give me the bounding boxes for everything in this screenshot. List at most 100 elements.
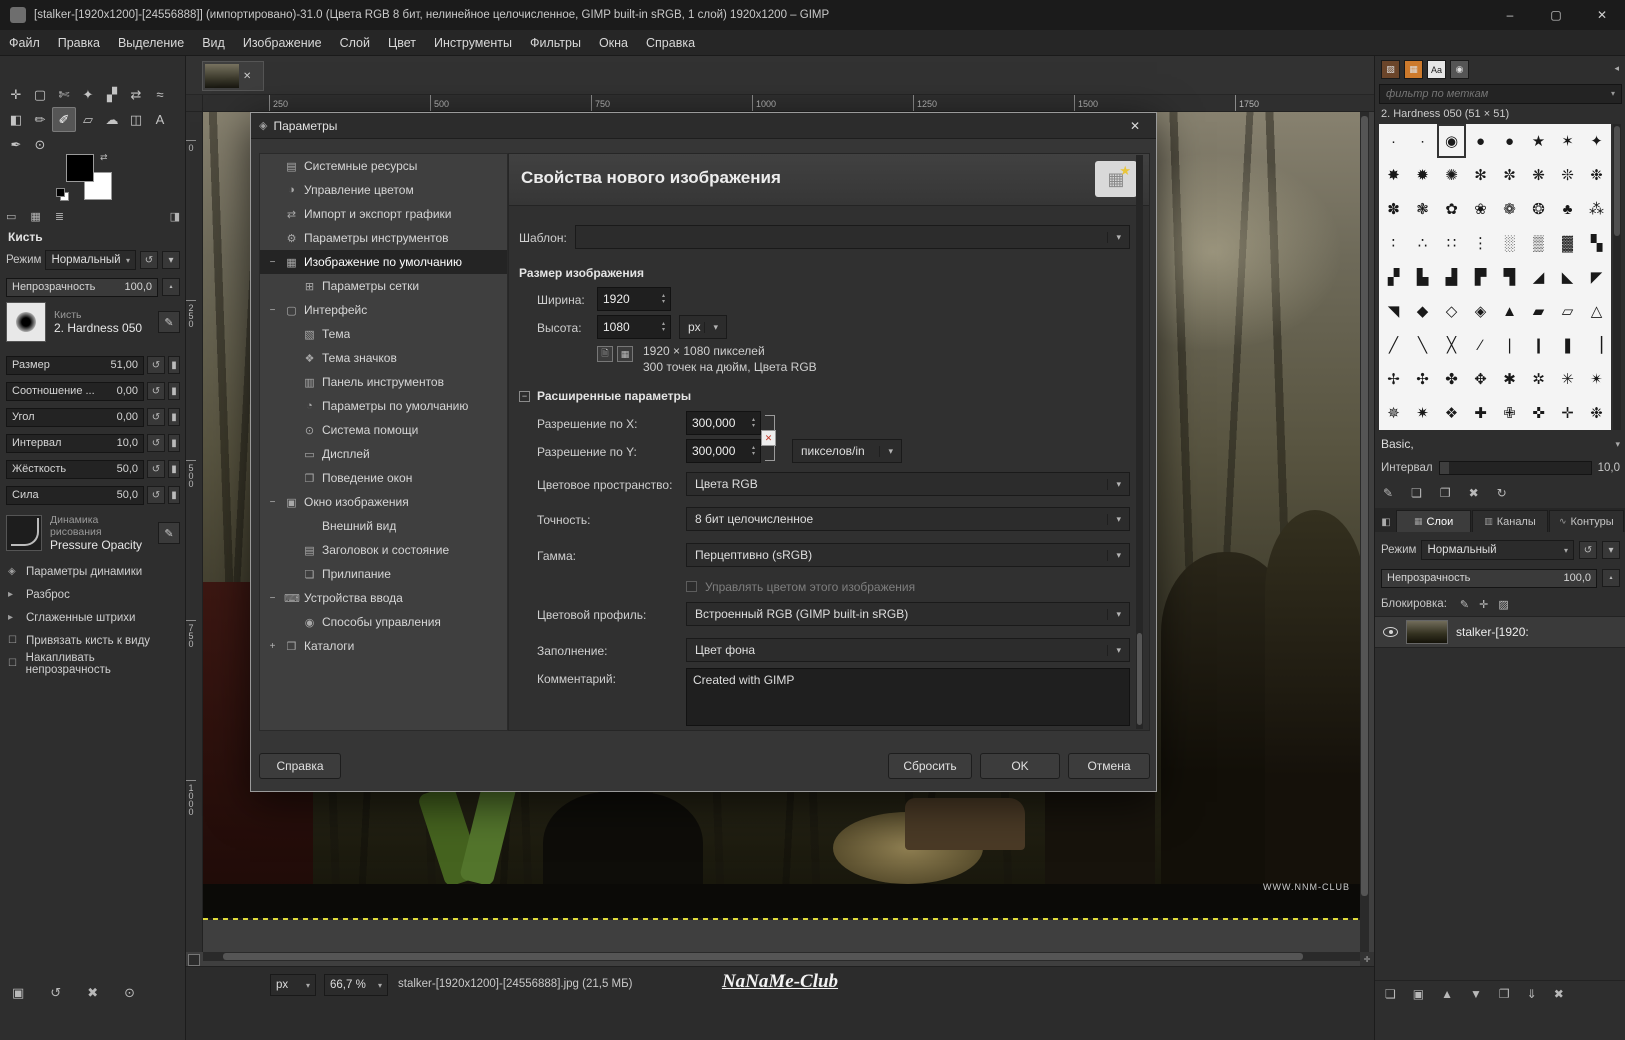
manage-color-checkbox[interactable] — [686, 581, 697, 592]
brush-swatch[interactable]: ▜ — [1495, 260, 1524, 294]
unit-select[interactable]: px ▾ — [679, 315, 727, 339]
brush-swatch[interactable]: ▓ — [1553, 226, 1582, 260]
tree-expander-icon[interactable]: − — [266, 305, 279, 316]
brush-slider[interactable]: Жёсткость 50,0 — [6, 460, 144, 479]
patterns-tab-icon[interactable]: ▦ — [1404, 60, 1423, 79]
new-group-icon[interactable]: ▣ — [1413, 987, 1424, 1001]
brush-swatch[interactable]: ❉ — [1582, 396, 1611, 430]
navigation-icon[interactable]: ✛ — [1360, 952, 1374, 966]
reset-button[interactable]: Сбросить — [888, 753, 972, 779]
menu-item[interactable]: Выделение — [109, 30, 193, 56]
preset-row[interactable]: Basic, ▾ — [1375, 434, 1625, 454]
brush-swatch[interactable]: ★ — [1524, 124, 1553, 158]
prefs-tree-item[interactable]: ❐ Поведение окон — [260, 466, 507, 490]
warp-tool[interactable]: ≈ — [148, 82, 172, 107]
brush-swatch[interactable]: ▙ — [1408, 260, 1437, 294]
brush-swatch[interactable]: ❘ — [1495, 328, 1524, 362]
brushes-tab-icon[interactable]: ▨ — [1381, 60, 1400, 79]
menu-item[interactable]: Слой — [331, 30, 379, 56]
tag-filter-input[interactable] — [1379, 84, 1622, 104]
image-tab[interactable]: ✕ — [202, 61, 264, 91]
slider-reset-icon[interactable]: ↺ — [147, 408, 165, 426]
dock-tab[interactable]: ▥ Каналы — [1472, 510, 1547, 532]
prefs-tree-item[interactable]: − ⌨ Устройства ввода — [260, 586, 507, 610]
brush-swatch[interactable]: ◣ — [1553, 260, 1582, 294]
brush-swatch[interactable]: ╱ — [1379, 328, 1408, 362]
pencil-tool[interactable]: ✏ — [28, 107, 52, 132]
prefs-tree-item[interactable]: ⇄ Импорт и экспорт графики — [260, 202, 507, 226]
brush-swatch[interactable]: ✵ — [1379, 396, 1408, 430]
menu-item[interactable]: Окна — [590, 30, 637, 56]
resolution-unit-select[interactable]: пикселов/in ▾ — [792, 439, 902, 463]
brush-swatch[interactable]: ▟ — [1437, 260, 1466, 294]
brush-thumbnail[interactable] — [6, 302, 46, 342]
brush-slider[interactable]: Интервал 10,0 — [6, 434, 144, 453]
brush-swatch[interactable]: ◉ — [1437, 124, 1466, 158]
content-scrollbar[interactable] — [1136, 155, 1143, 729]
vertical-scrollbar[interactable] — [1360, 112, 1369, 952]
spacing-slider[interactable] — [1439, 461, 1592, 475]
layer-mode-select[interactable]: Нормальный ▾ — [1421, 540, 1574, 560]
visibility-eye-icon[interactable] — [1383, 627, 1398, 637]
delete-layer-icon[interactable]: ✖ — [1554, 987, 1564, 1001]
tablet-link-icon[interactable]: ▮ — [168, 408, 180, 426]
menu-item[interactable]: Справка — [637, 30, 704, 56]
brush-swatch[interactable]: ❖ — [1437, 396, 1466, 430]
device-status-tab-icon[interactable]: ▦ — [30, 210, 40, 223]
delete-icon[interactable]: ✖ — [87, 985, 98, 1001]
prefs-tree-item[interactable]: ▤ Системные ресурсы — [260, 154, 507, 178]
dynamics-chooser[interactable]: Динамика рисования Pressure Opacity ✎ — [0, 514, 186, 552]
tool-option-toggle[interactable]: ☐ Накапливать непрозрачность — [0, 652, 186, 675]
tablet-link-icon[interactable]: ▮ — [168, 382, 180, 400]
menu-item[interactable]: Вид — [193, 30, 234, 56]
brush-swatch[interactable]: ╳ — [1437, 328, 1466, 362]
menu-item[interactable]: Правка — [49, 30, 109, 56]
gamma-select[interactable]: Перцептивно (sRGB) ▾ — [686, 543, 1130, 567]
brush-swatch[interactable]: ✢ — [1379, 362, 1408, 396]
close-image-icon[interactable]: ✕ — [243, 71, 251, 82]
fuzzy-select-tool[interactable]: ✦ — [76, 82, 100, 107]
layer-opacity-spin-icon[interactable]: ▴ — [1602, 569, 1620, 587]
width-input[interactable]: 1920 ▴▾ — [597, 287, 671, 311]
resolution-chain-broken-icon[interactable]: ✕ — [761, 430, 776, 446]
brush-swatch[interactable]: ✴ — [1582, 362, 1611, 396]
slider-reset-icon[interactable]: ↺ — [147, 460, 165, 478]
brush-swatch[interactable]: ❃ — [1408, 192, 1437, 226]
brush-swatch[interactable]: ✽ — [1379, 192, 1408, 226]
free-select-tool[interactable]: ✄ — [52, 82, 76, 107]
brush-swatch[interactable]: ∷ — [1437, 226, 1466, 260]
layer-opacity-slider[interactable]: Непрозрачность 100,0 — [1381, 569, 1597, 588]
layer-mode-reset-icon[interactable]: ↺ — [1579, 541, 1597, 559]
opacity-spin-icon[interactable]: ▴ — [162, 278, 180, 296]
brush-swatch[interactable]: ✼ — [1495, 158, 1524, 192]
brush-swatch[interactable]: ✱ — [1495, 362, 1524, 396]
prefs-tree-item[interactable]: − ▢ Интерфейс — [260, 298, 507, 322]
brush-swatch[interactable]: ╲ — [1408, 328, 1437, 362]
prefs-tree-item[interactable]: ◉ Способы управления — [260, 610, 507, 634]
tool-options-tab-icon[interactable]: ▭ — [6, 210, 16, 223]
brush-grid-scrollbar[interactable] — [1613, 124, 1621, 430]
brush-swatch[interactable]: ❚ — [1553, 328, 1582, 362]
tree-expander-icon[interactable]: − — [266, 497, 279, 508]
lock-position-icon[interactable]: ✛ — [1479, 598, 1488, 611]
brush-swatch[interactable]: ◈ — [1466, 294, 1495, 328]
brush-swatch[interactable]: ● — [1495, 124, 1524, 158]
brush-swatch[interactable]: ✣ — [1408, 362, 1437, 396]
brush-swatch[interactable]: ❙ — [1524, 328, 1553, 362]
brush-swatch[interactable]: ✦ — [1582, 124, 1611, 158]
tree-expander-icon[interactable]: + — [266, 641, 279, 652]
prefs-tree-item[interactable]: ⊞ Параметры сетки — [260, 274, 507, 298]
brush-swatch[interactable]: ⋮ — [1466, 226, 1495, 260]
brush-slider[interactable]: Сила 50,0 — [6, 486, 144, 505]
edit-brush-icon[interactable]: ✎ — [1383, 486, 1393, 500]
brush-swatch[interactable]: ✶ — [1553, 124, 1582, 158]
fill-select[interactable]: Цвет фона ▾ — [686, 638, 1130, 662]
template-select[interactable]: ▾ — [575, 225, 1130, 249]
brush-swatch[interactable]: ✻ — [1466, 158, 1495, 192]
brush-swatch[interactable]: ✛ — [1553, 396, 1582, 430]
tablet-link-icon[interactable]: ▮ — [168, 356, 180, 374]
foreground-color-swatch[interactable] — [66, 154, 94, 182]
advanced-expander-icon[interactable]: − — [519, 391, 530, 402]
brush-swatch[interactable]: ░ — [1495, 226, 1524, 260]
brush-slider[interactable]: Угол 0,00 — [6, 408, 144, 427]
